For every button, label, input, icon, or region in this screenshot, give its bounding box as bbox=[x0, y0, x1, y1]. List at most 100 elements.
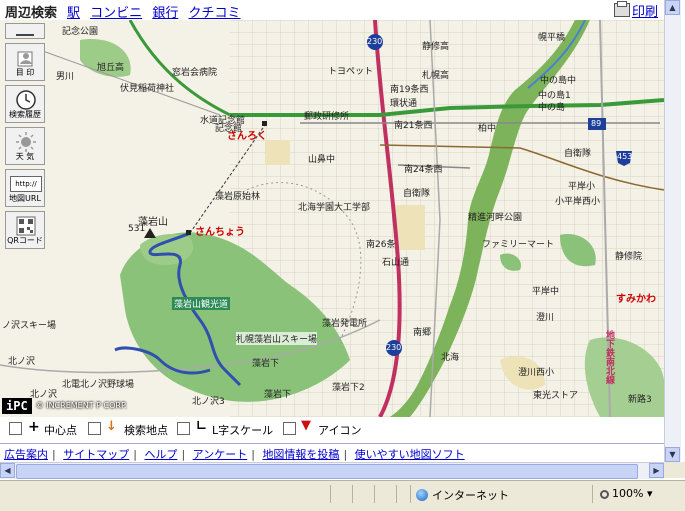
scroll-down-arrow[interactable]: ▼ bbox=[665, 447, 680, 462]
map-software-link[interactable]: 使いやすい地図ソフト bbox=[355, 448, 465, 461]
pin-icon: ▼ bbox=[301, 418, 311, 433]
sun-icon bbox=[16, 132, 36, 152]
map-label: 藻岩原始林 bbox=[215, 192, 261, 202]
nav-review-link[interactable]: クチコミ bbox=[188, 6, 240, 21]
map-label: 澄川西小 bbox=[518, 368, 555, 378]
landmark-icon bbox=[17, 51, 33, 67]
sancho-label: さんちょう bbox=[195, 227, 245, 238]
map-label: 平岸中 bbox=[532, 287, 560, 297]
ipc-logo: iPC © INCREMENT P CORP. bbox=[2, 398, 127, 416]
scroll-up-arrow[interactable]: ▲ bbox=[665, 0, 680, 15]
scroll-left-arrow[interactable]: ◀ bbox=[0, 463, 15, 478]
map-label: 藻岩下 bbox=[264, 390, 292, 400]
nav-bank-link[interactable]: 銀行 bbox=[152, 6, 178, 21]
map-label: 澄川 bbox=[536, 313, 555, 323]
map-label: 郵政研修所 bbox=[304, 112, 350, 122]
down-arrow-icon: ↓ bbox=[106, 419, 117, 434]
map-label: 東光ストア bbox=[533, 391, 579, 401]
icon-checkbox[interactable] bbox=[283, 422, 296, 435]
route-label-230-north: 230 bbox=[367, 37, 383, 46]
map-label: 北ノ沢 bbox=[8, 357, 36, 367]
center-point-checkbox[interactable] bbox=[9, 422, 22, 435]
survey-link[interactable]: アンケート bbox=[193, 448, 248, 461]
map-label: 小平岸西小 bbox=[555, 197, 601, 207]
map-label: 山鼻中 bbox=[308, 155, 336, 165]
map-label: 南郷 bbox=[413, 328, 432, 338]
elevation-label: 531 bbox=[128, 224, 146, 234]
zoom-control[interactable]: 100% ▾ bbox=[600, 487, 652, 500]
toolbar-minimize-button[interactable] bbox=[5, 23, 45, 39]
zone-label: インターネット bbox=[432, 489, 509, 502]
history-button[interactable]: 検索履歴 bbox=[5, 85, 45, 123]
vertical-scrollbar[interactable]: ▲ ▼ bbox=[664, 0, 681, 462]
qr-code-label: QRコード bbox=[7, 236, 43, 245]
scale-checkbox[interactable] bbox=[177, 422, 190, 435]
ad-info-link[interactable]: 広告案内 bbox=[4, 448, 48, 461]
map-label: 中の島中 bbox=[540, 76, 577, 86]
map-label: 北海 bbox=[441, 353, 460, 363]
copyright: © INCREMENT P CORP. bbox=[35, 401, 128, 410]
trail-label: 藻岩山観光道 bbox=[172, 297, 231, 310]
nav-convenience-link[interactable]: コンビニ bbox=[90, 6, 142, 21]
footer-links: 広告案内 | サイトマップ | ヘルプ | アンケート | 地図情報を投稿 | 使いやすい… bbox=[0, 443, 664, 462]
map-label: 南26条 bbox=[366, 240, 396, 250]
sitemap-link[interactable]: サイトマップ bbox=[63, 448, 129, 461]
print-button[interactable]: 印刷 bbox=[613, 1, 658, 20]
map-url-button[interactable]: http:// 地図URL bbox=[5, 169, 45, 207]
scrollbar-corner bbox=[664, 462, 685, 478]
minimize-icon bbox=[16, 34, 34, 36]
map-url-label: 地図URL bbox=[9, 194, 41, 203]
weather-button[interactable]: 天 気 bbox=[5, 127, 45, 165]
printer-icon bbox=[613, 1, 630, 17]
map-label: 男川 bbox=[56, 72, 75, 82]
post-map-info-link[interactable]: 地図情報を投稿 bbox=[262, 448, 339, 461]
center-point-label: 中心点 bbox=[44, 424, 77, 437]
search-point-checkbox[interactable] bbox=[88, 422, 101, 435]
crosshair-icon: + bbox=[28, 419, 40, 435]
history-label: 検索履歴 bbox=[9, 110, 41, 119]
clock-icon bbox=[16, 90, 36, 110]
map-label: 伏見稲荷神社 bbox=[120, 84, 175, 94]
map-label: 自衛隊 bbox=[403, 189, 431, 199]
scale-label: L字スケール bbox=[212, 424, 274, 437]
landmark-label: 目 印 bbox=[15, 68, 35, 77]
logo-text: iPC bbox=[2, 398, 32, 414]
qr-code-button[interactable]: QRコード bbox=[5, 211, 45, 249]
map-label: ファミリーマート bbox=[482, 240, 555, 250]
map-toolbar: 目 印 検索履歴 天 気 http:// 地図URL QRコード bbox=[5, 23, 47, 253]
qr-icon bbox=[16, 216, 36, 236]
map-label: 藻岩発電所 bbox=[322, 319, 368, 329]
subway-label: 地下鉄南北線 bbox=[604, 330, 614, 384]
scale-icon: ∟ bbox=[196, 419, 207, 434]
map-label: 南24条西 bbox=[404, 165, 443, 175]
map-label: 平岸小 bbox=[568, 182, 596, 192]
security-zone: インターネット bbox=[416, 487, 509, 503]
zoom-level: 100% bbox=[612, 487, 644, 500]
weather-label: 天 気 bbox=[15, 152, 35, 161]
map-label: 記念館 bbox=[215, 124, 243, 134]
map-label: 南19条西 bbox=[390, 85, 429, 95]
help-link[interactable]: ヘルプ bbox=[144, 448, 177, 461]
magnifier-icon bbox=[600, 490, 609, 499]
map-canvas[interactable]: 記念公園 旭丘高 窓岩会病院 男川 伏見稲荷神社 水道記念館 さんろく 藻岩原始… bbox=[0, 20, 664, 417]
map-label: 北海学園大工学部 bbox=[298, 203, 371, 213]
print-link[interactable]: 印刷 bbox=[632, 5, 658, 20]
url-icon: http:// bbox=[10, 176, 42, 192]
map-label: 札幌高 bbox=[422, 71, 450, 81]
horizontal-scrollbar[interactable]: ◀ ▶ bbox=[0, 462, 664, 479]
scroll-right-arrow[interactable]: ▶ bbox=[649, 463, 664, 478]
nearby-nav: 駅 コンビニ 銀行 クチコミ bbox=[67, 2, 246, 21]
map-label: 石山通 bbox=[382, 258, 410, 268]
horizontal-scroll-thumb[interactable] bbox=[16, 464, 638, 479]
map-label: 静修院 bbox=[615, 252, 643, 262]
map-legend: + 中心点 ↓ 検索地点 ∟ L字スケール ▼ アイコン bbox=[0, 417, 664, 442]
map-label: 藻岩下 bbox=[252, 359, 280, 369]
nav-station-link[interactable]: 駅 bbox=[67, 6, 80, 21]
route-label-230-south: 230 bbox=[386, 343, 402, 352]
map-label: 静修高 bbox=[422, 42, 450, 52]
map-label: 南21条西 bbox=[394, 121, 433, 131]
map-label: ノ沢スキー場 bbox=[2, 321, 57, 331]
map-label: 環状通 bbox=[390, 99, 418, 109]
landmark-button[interactable]: 目 印 bbox=[5, 43, 45, 81]
search-header: 周辺検索 駅 コンビニ 銀行 クチコミ 印刷 bbox=[0, 0, 664, 21]
